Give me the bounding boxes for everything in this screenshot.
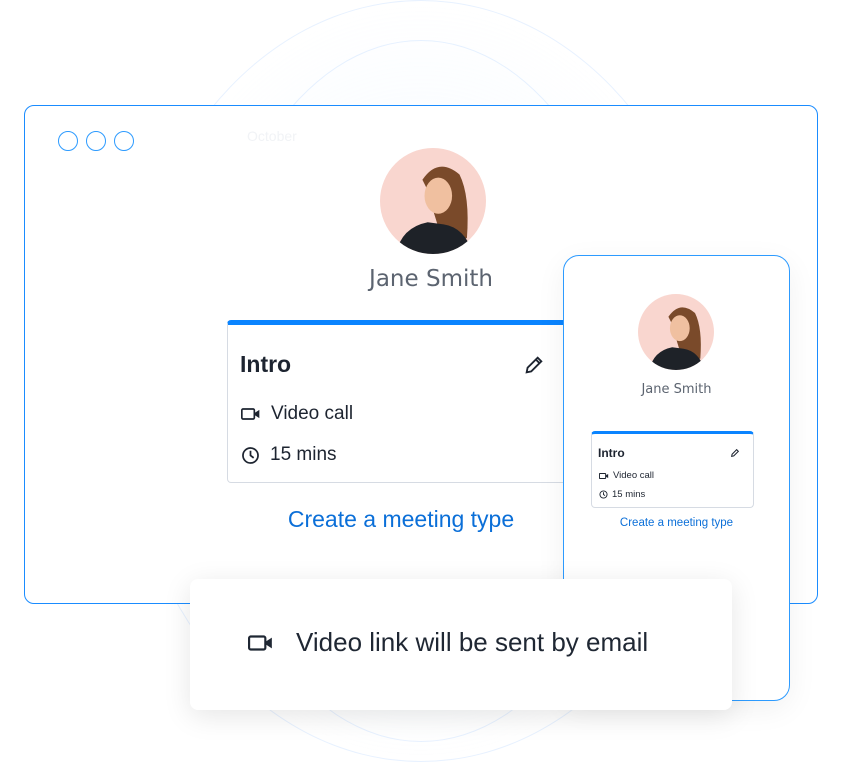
window-dot[interactable] [58, 131, 78, 151]
video-camera-icon [241, 408, 260, 420]
calendar-month: October [247, 128, 297, 144]
meeting-type: Video call [271, 403, 354, 424]
create-meeting-type-link[interactable]: Create a meeting type [564, 517, 789, 529]
toast-message: Video link will be sent by email [296, 627, 649, 657]
video-camera-icon [599, 472, 609, 479]
window-dot[interactable] [86, 131, 106, 151]
meeting-type-card[interactable]: Intro Video call 15 mins [227, 320, 567, 483]
avatar [380, 148, 486, 254]
person-photo-icon [649, 307, 705, 370]
notification-toast: Video link will be sent by email [190, 579, 732, 710]
pencil-icon[interactable] [523, 354, 545, 376]
meeting-type: Video call [613, 470, 655, 481]
meeting-title: Intro [598, 446, 625, 460]
meeting-type-card[interactable]: Intro Video call 15 mins [591, 431, 754, 508]
video-camera-icon [248, 634, 272, 651]
meeting-duration: 15 mins [270, 444, 337, 465]
person-photo-icon [395, 166, 474, 254]
avatar [638, 294, 714, 370]
profile-name: Jane Smith [641, 382, 712, 397]
window-dot[interactable] [114, 131, 134, 151]
meeting-duration: 15 mins [612, 489, 646, 500]
create-meeting-type-link[interactable]: Create a meeting type [227, 506, 575, 533]
pencil-icon[interactable] [730, 448, 740, 458]
clock-icon [242, 446, 259, 464]
meeting-title: Intro [240, 351, 292, 377]
window-controls [58, 131, 134, 151]
clock-icon [599, 490, 608, 499]
